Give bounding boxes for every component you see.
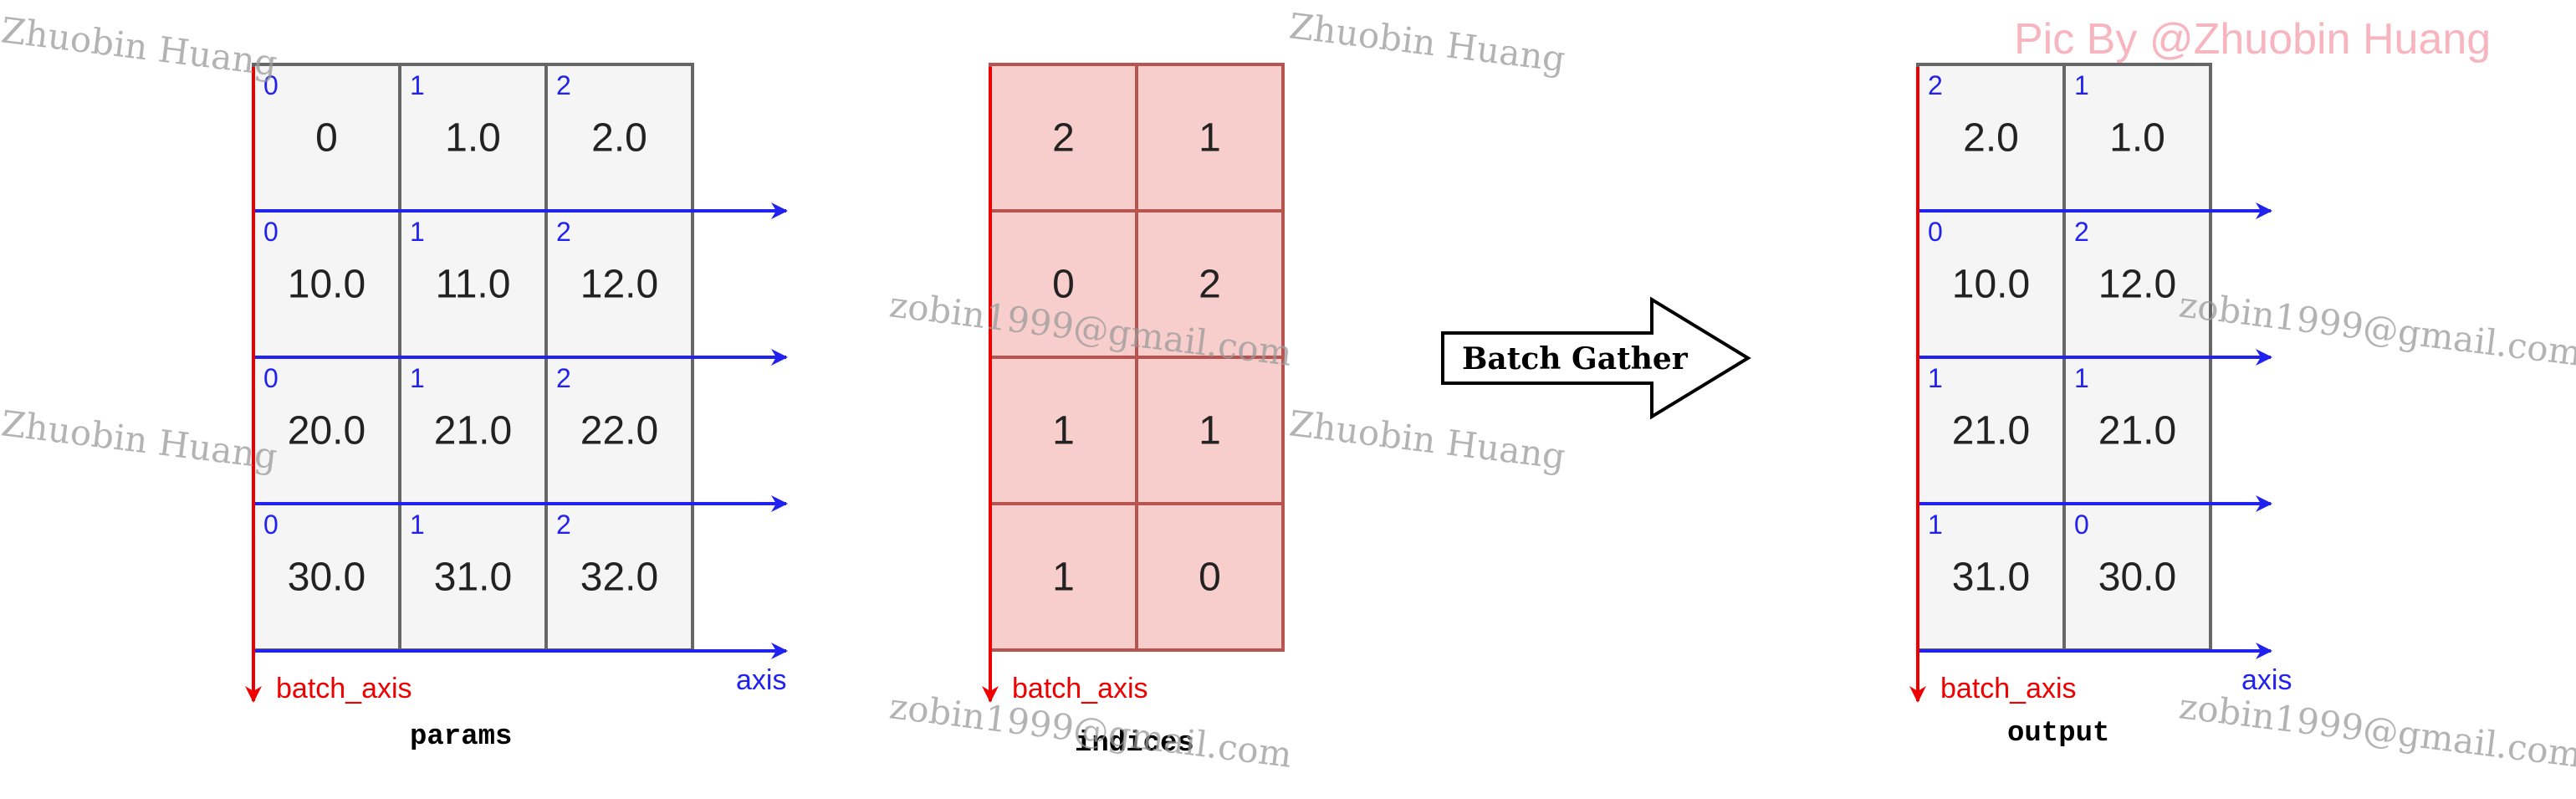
params-value-r4-c1: 30.0 [288,555,365,599]
params-index-r2-c1: 0 [263,217,279,247]
params-caption: params [410,721,512,753]
watermark-email-right-1: zobin1999@gmail.com [2177,284,2576,374]
output-index-r4-c1: 1 [1928,510,1943,540]
params-index-r4-c3: 2 [556,510,571,540]
output-index-r3-c2: 1 [2074,363,2089,393]
output-value-r1-c1: 2.0 [1963,115,2019,160]
indices-value-r2-c2: 2 [1199,262,1221,306]
watermark-name-mid-left: Zhuobin Huang [0,402,279,477]
watermark-name-mid-center: Zhuobin Huang [1287,402,1567,477]
indices-value-r2-c1: 0 [1052,262,1075,306]
output-batch-axis-label: batch_axis [1940,673,2077,704]
params-value-r4-c2: 31.0 [434,555,512,599]
params-value-r2-c1: 10.0 [288,262,365,306]
output-value-r2-c2: 12.0 [2098,262,2176,306]
watermark-name-top-left: Zhuobin Huang [0,9,279,84]
output-value-r3-c1: 21.0 [1952,408,2030,453]
output-index-r1-c2: 1 [2074,70,2089,100]
params-index-r2-c3: 2 [556,217,571,247]
params-batch-axis-label: batch_axis [276,673,412,704]
output-value-r4-c2: 30.0 [2098,555,2176,599]
batch-gather-operation: Batch Gather [1441,296,1751,420]
params-index-r3-c3: 2 [556,363,571,393]
indices-batch-axis-label: batch_axis [1012,673,1148,704]
indices-value-r4-c1: 1 [1052,555,1075,599]
params-value-r3-c1: 20.0 [288,408,365,453]
indices-value-r3-c2: 1 [1199,408,1221,453]
params-axis-label: axis [736,664,786,696]
output-value-r4-c1: 31.0 [1952,555,2030,599]
params-index-r4-c2: 1 [410,510,425,540]
output-value-r3-c2: 21.0 [2098,408,2176,453]
watermark-email-right-2: zobin1999@gmail.com [2177,685,2576,776]
params-value-r1-c1: 0 [315,115,338,160]
watermark-name-top-center: Zhuobin Huang [1287,5,1567,79]
output-index-r3-c1: 1 [1928,363,1943,393]
params-index-r2-c2: 1 [410,217,425,247]
indices-value-r3-c1: 1 [1052,408,1075,453]
params-index-r3-c1: 0 [263,363,279,393]
output-index-r4-c2: 0 [2074,510,2089,540]
indices-value-r1-c2: 1 [1199,115,1221,160]
indices-value-r1-c1: 2 [1052,115,1075,160]
output-axis-label: axis [2241,664,2292,696]
output-value-r1-c2: 1.0 [2109,115,2165,160]
output-index-r1-c1: 2 [1928,70,1943,100]
params-index-r1-c3: 2 [556,70,571,100]
watermark-pic-by: Pic By @Zhuobin Huang [2014,15,2491,64]
params-value-r2-c3: 12.0 [580,262,658,306]
params-index-r4-c1: 0 [263,510,279,540]
params-value-r1-c3: 2.0 [591,115,647,160]
params-value-r3-c3: 22.0 [580,408,658,453]
output-value-r2-c1: 10.0 [1952,262,2030,306]
batch-gather-label: Batch Gather [1462,341,1689,376]
params-index-r3-c2: 1 [410,363,425,393]
indices-value-r4-c2: 0 [1199,555,1221,599]
batch-gather-diagram: 001.012.0210.0011.0112.0220.0021.0122.02… [0,5,2576,776]
params-value-r1-c2: 1.0 [445,115,501,160]
output-index-r2-c1: 0 [1928,217,1943,247]
params-index-r1-c2: 1 [410,70,425,100]
params-value-r2-c2: 11.0 [436,262,511,306]
output-caption: output [2007,718,2109,750]
output-index-r2-c2: 2 [2074,217,2089,247]
params-value-r4-c3: 32.0 [580,555,658,599]
params-value-r3-c2: 21.0 [434,408,512,453]
